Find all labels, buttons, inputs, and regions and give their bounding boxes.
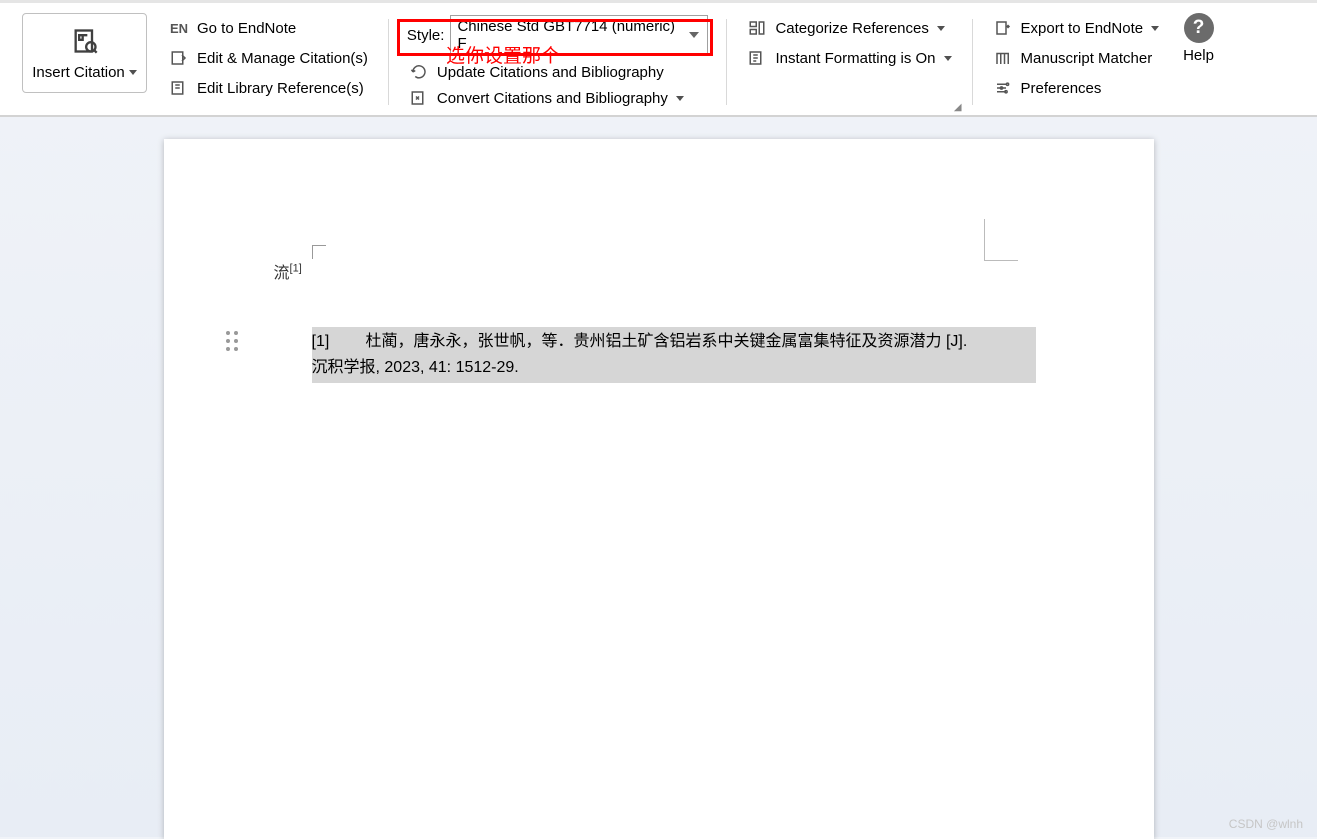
document-viewport: 流[1] [1]杜蔺，唐永永，张世帆，等．贵州铝土矿含铝岩系中关键金属富集特征及…	[0, 117, 1317, 839]
categorize-references-button[interactable]: Categorize References	[741, 13, 957, 43]
reference-text-line2: 沉积学报, 2023, 41: 1512-29.	[312, 359, 519, 376]
chevron-down-icon	[676, 96, 684, 101]
edit-library-label: Edit Library Reference(s)	[197, 80, 364, 97]
group-endnote-actions: EN Go to EndNote Edit & Manage Citation(…	[155, 9, 382, 115]
go-to-endnote-button[interactable]: EN Go to EndNote	[163, 13, 374, 43]
style-label: Style:	[407, 27, 445, 44]
refresh-icon	[409, 63, 429, 81]
bibliography-block: [1]杜蔺，唐永永，张世帆，等．贵州铝土矿含铝岩系中关键金属富集特征及资源潜力 …	[312, 327, 1036, 383]
chevron-down-icon	[129, 70, 137, 75]
group-formatting: Categorize References Instant Formatting…	[733, 9, 965, 115]
convert-icon	[409, 89, 429, 107]
preferences-label: Preferences	[1021, 80, 1102, 97]
convert-citations-label: Convert Citations and Bibliography	[437, 90, 668, 107]
margin-marker	[312, 245, 326, 246]
instant-formatting-button[interactable]: Instant Formatting is On	[741, 43, 957, 73]
group-bibliography: Style: Chinese Std GBT7714 (numeric) F U…	[395, 9, 721, 115]
drag-handle-icon[interactable]	[226, 331, 239, 352]
insert-citation-button[interactable]: Insert Citation	[22, 13, 147, 93]
ribbon-toolbar: Insert Citation EN Go to EndNote Edit & …	[0, 0, 1317, 117]
reference-number: [1]	[312, 329, 366, 355]
export-to-endnote-button[interactable]: Export to EndNote	[987, 13, 1166, 43]
instant-formatting-icon	[747, 49, 767, 67]
convert-citations-button[interactable]: Convert Citations and Bibliography	[403, 85, 713, 111]
group-separator	[726, 19, 727, 105]
help-label: Help	[1183, 47, 1214, 64]
chevron-down-icon	[1151, 26, 1159, 31]
help-button[interactable]: ? Help	[1173, 9, 1224, 115]
edit-library-icon	[169, 79, 189, 97]
edit-manage-label: Edit & Manage Citation(s)	[197, 50, 368, 67]
categorize-label: Categorize References	[775, 20, 928, 37]
group-tools: Export to EndNote Manuscript Matcher Pre…	[979, 9, 1174, 115]
go-to-endnote-label: Go to EndNote	[197, 20, 296, 37]
edit-library-reference-button[interactable]: Edit Library Reference(s)	[163, 73, 374, 103]
style-selected-value: Chinese Std GBT7714 (numeric) F	[457, 18, 675, 52]
group-separator	[388, 19, 389, 105]
document-text-line[interactable]: 流[1]	[274, 259, 1036, 283]
update-citations-label: Update Citations and Bibliography	[437, 64, 664, 81]
citation-marker: [1]	[290, 263, 302, 275]
insert-citation-icon	[69, 27, 101, 62]
export-icon	[993, 19, 1013, 37]
insert-citation-label: Insert Citation	[32, 64, 125, 81]
export-label: Export to EndNote	[1021, 20, 1144, 37]
categorize-icon	[747, 19, 767, 37]
reference-text-line1: 杜蔺，唐永永，张世帆，等．贵州铝土矿含铝岩系中关键金属富集特征及资源潜力 [J]…	[366, 333, 968, 350]
document-page[interactable]: 流[1] [1]杜蔺，唐永永，张世帆，等．贵州铝土矿含铝岩系中关键金属富集特征及…	[164, 139, 1154, 839]
help-icon: ?	[1184, 13, 1214, 43]
group-insert-citation: Insert Citation	[14, 9, 155, 115]
chevron-down-icon	[944, 56, 952, 61]
manuscript-matcher-button[interactable]: Manuscript Matcher	[987, 43, 1166, 73]
edit-citations-icon	[169, 49, 189, 67]
endnote-logo-icon: EN	[169, 21, 189, 36]
chevron-down-icon	[937, 26, 945, 31]
manuscript-icon	[993, 49, 1013, 67]
margin-marker	[312, 245, 313, 259]
manuscript-label: Manuscript Matcher	[1021, 50, 1153, 67]
margin-marker	[984, 219, 1018, 261]
instant-formatting-label: Instant Formatting is On	[775, 50, 935, 67]
style-dropdown[interactable]: Chinese Std GBT7714 (numeric) F	[450, 15, 708, 55]
preferences-button[interactable]: Preferences	[987, 73, 1166, 103]
preferences-icon	[993, 79, 1013, 97]
edit-manage-citations-button[interactable]: Edit & Manage Citation(s)	[163, 43, 374, 73]
dialog-launcher-icon[interactable]: ◢	[954, 102, 962, 113]
group-separator	[972, 19, 973, 105]
reference-entry[interactable]: [1]杜蔺，唐永永，张世帆，等．贵州铝土矿含铝岩系中关键金属富集特征及资源潜力 …	[312, 327, 1036, 383]
update-citations-button[interactable]: Update Citations and Bibliography	[403, 59, 713, 85]
watermark-text: CSDN @wlnh	[1229, 817, 1303, 831]
doc-line1-text: 流	[274, 265, 290, 282]
